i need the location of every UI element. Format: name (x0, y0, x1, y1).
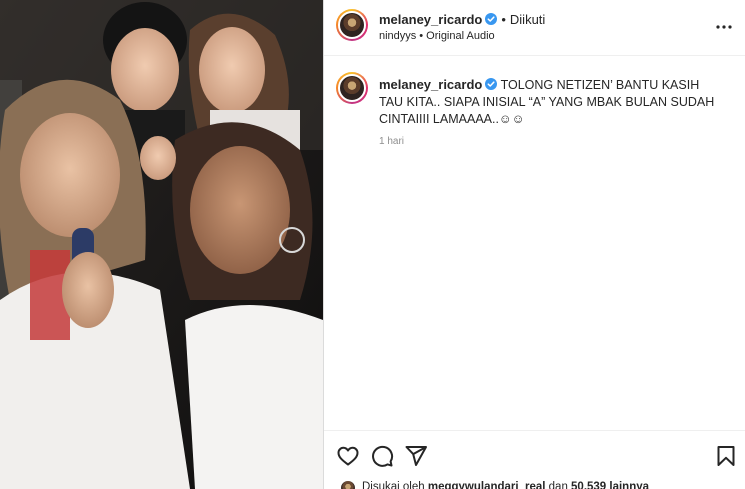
likes-count[interactable]: 50.539 lainnya (571, 481, 649, 489)
audio-line: nindyys • Original Audio (379, 30, 495, 42)
verified-badge-icon (485, 13, 498, 25)
share-icon[interactable] (404, 444, 428, 468)
likes-prefix: Disukai oleh (362, 481, 428, 489)
audio-separator: • (419, 30, 424, 42)
author-line: melaney_ricardo • Diikuti (379, 12, 545, 27)
caption-body: melaney_ricardo TOLONG NETIZEN’ BANTU KA… (379, 76, 719, 128)
video-frame-image (0, 0, 323, 489)
caption-avatar[interactable] (336, 72, 368, 104)
author-avatar[interactable] (336, 9, 368, 41)
audio-label-link[interactable]: Original Audio (426, 30, 495, 42)
action-bar (324, 430, 745, 480)
likes-summary: Disukai oleh meggywulandari_real dan 50.… (324, 478, 745, 489)
caption-username[interactable]: melaney_ricardo (379, 77, 482, 92)
bookmark-icon[interactable] (714, 444, 738, 468)
more-options-icon[interactable] (714, 17, 734, 37)
post-header: melaney_ricardo • Diikuti nindyys • Original… (324, 0, 745, 56)
header-separator: • (501, 12, 506, 27)
post-timestamp[interactable]: 1 hari (379, 136, 404, 147)
comment-icon[interactable] (370, 444, 394, 468)
verified-badge-icon (485, 78, 498, 90)
liker-avatar[interactable] (340, 480, 356, 489)
follow-status-button[interactable]: Diikuti (510, 12, 545, 27)
liker-username[interactable]: meggywulandari_real (428, 481, 546, 489)
heart-icon[interactable] (336, 444, 360, 468)
post-details-panel: melaney_ricardo • Diikuti nindyys • Original… (323, 0, 745, 489)
likes-text: Disukai oleh meggywulandari_real dan 50.… (362, 481, 649, 489)
author-username[interactable]: melaney_ricardo (379, 12, 482, 27)
post-video[interactable] (0, 0, 323, 489)
audio-owner-link[interactable]: nindyys (379, 30, 416, 42)
likes-middle: dan (545, 481, 572, 489)
